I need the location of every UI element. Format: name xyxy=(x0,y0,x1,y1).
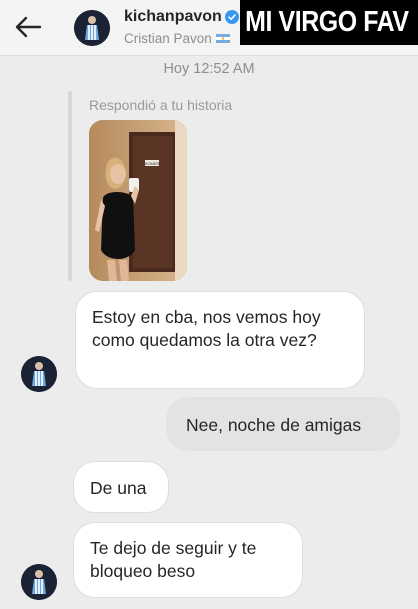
message-sent[interactable]: Nee, noche de amigas xyxy=(166,397,400,451)
door-sign-text: ROMER xyxy=(145,161,160,166)
sender-avatar[interactable] xyxy=(21,356,57,392)
message-received[interactable]: Te dejo de seguir y te bloqueo beso xyxy=(73,522,303,598)
argentina-flag-icon xyxy=(215,34,230,43)
contact-avatar[interactable] xyxy=(74,10,110,46)
story-photo: ROMER xyxy=(89,120,187,281)
avatar-image xyxy=(21,564,57,600)
message-received[interactable]: Estoy en cba, nos vemos hoy como quedamo… xyxy=(75,291,365,389)
arrow-left-icon xyxy=(15,16,42,38)
contact-username: kichanpavon xyxy=(124,8,222,25)
story-caption-overlay: MI VIRGO FAV xyxy=(240,0,418,45)
contact-fullname-row: Cristian Pavon xyxy=(124,31,230,46)
verified-badge-icon xyxy=(224,10,239,24)
contact-fullname: Cristian Pavon xyxy=(124,31,212,46)
story-reply-label: Respondió a tu historia xyxy=(89,97,233,113)
message-received[interactable]: De una xyxy=(73,461,169,513)
avatar-image xyxy=(21,356,57,392)
contact-username-row[interactable]: kichanpavon xyxy=(124,8,239,26)
message-timestamp: Hoy 12:52 AM xyxy=(163,61,255,77)
sender-avatar[interactable] xyxy=(21,564,57,600)
story-reply-indicator xyxy=(68,91,72,281)
back-button[interactable] xyxy=(10,10,46,44)
avatar-image xyxy=(74,10,110,46)
story-thumbnail[interactable]: ROMER xyxy=(89,120,187,281)
